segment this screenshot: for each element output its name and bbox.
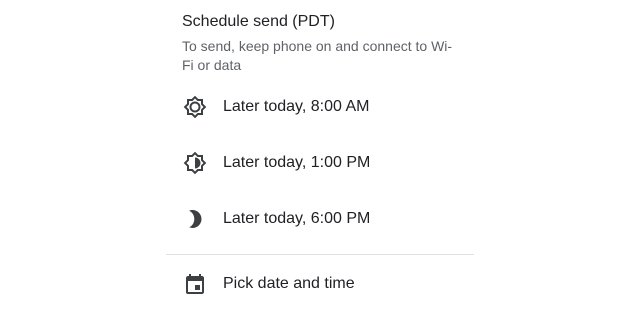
calendar-icon xyxy=(183,272,207,296)
half-sun-brightness-icon xyxy=(183,151,207,175)
moon-icon xyxy=(183,207,207,231)
sun-brightness-icon xyxy=(183,95,207,119)
schedule-option-label: Later today, 1:00 PM xyxy=(223,154,371,171)
schedule-option-afternoon[interactable]: Later today, 1:00 PM xyxy=(166,137,474,189)
schedule-send-dialog: Schedule send (PDT) To send, keep phone … xyxy=(166,0,474,320)
divider xyxy=(166,254,474,255)
pick-date-time-label: Pick date and time xyxy=(223,275,355,292)
schedule-option-label: Later today, 8:00 AM xyxy=(223,98,370,115)
schedule-option-label: Later today, 6:00 PM xyxy=(223,210,371,227)
schedule-option-morning[interactable]: Later today, 8:00 AM xyxy=(166,81,474,133)
dialog-title: Schedule send (PDT) xyxy=(182,13,335,30)
schedule-option-evening[interactable]: Later today, 6:00 PM xyxy=(166,193,474,245)
dialog-subtitle: To send, keep phone on and connect to Wi… xyxy=(182,38,453,73)
pick-date-time-option[interactable]: Pick date and time xyxy=(166,258,474,310)
